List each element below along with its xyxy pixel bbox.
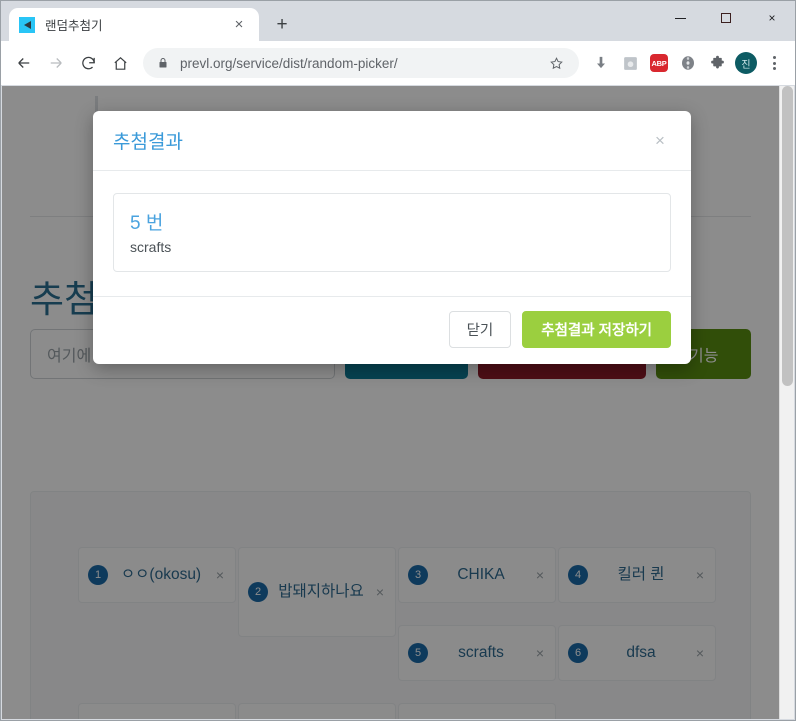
profile-initial: 진 bbox=[735, 52, 757, 74]
page-viewport: 추첨기 기능 여기에 추첨 항목을 입력하세요 항목 추가하기 추첨 시작하기 … bbox=[2, 86, 794, 719]
modal-footer: 닫기 추첨결과 저장하기 bbox=[93, 296, 691, 364]
url-text: prevl.org/service/dist/random-picker/ bbox=[180, 55, 398, 71]
adblock-plus-icon[interactable]: ABP bbox=[645, 49, 673, 77]
modal-body: 5 번 scrafts bbox=[93, 171, 691, 296]
download-icon[interactable] bbox=[587, 49, 615, 77]
draw-result-modal: 추첨결과 × 5 번 scrafts 닫기 추첨결과 저장하기 bbox=[93, 111, 691, 364]
star-icon[interactable] bbox=[543, 50, 569, 76]
abp-badge-label: ABP bbox=[650, 54, 668, 72]
modal-title: 추첨결과 bbox=[113, 132, 183, 153]
result-name: scrafts bbox=[130, 239, 172, 255]
profile-avatar[interactable]: 진 bbox=[732, 49, 760, 77]
modal-header: 추첨결과 × bbox=[93, 111, 691, 171]
forward-arrow-icon bbox=[41, 48, 71, 78]
browser-window: 랜덤추첨기 × + × prevl.org/service/dist/rando… bbox=[0, 0, 796, 721]
scrollbar-thumb[interactable] bbox=[782, 86, 793, 386]
home-icon[interactable] bbox=[105, 48, 135, 78]
extension-toolbar: ABP 진 bbox=[587, 49, 787, 77]
save-result-button[interactable]: 추첨결과 저장하기 bbox=[522, 311, 671, 348]
tab-title: 랜덤추첨기 bbox=[45, 19, 103, 33]
screenshot-extension-icon[interactable] bbox=[616, 49, 644, 77]
three-dot-menu-icon[interactable] bbox=[761, 50, 787, 76]
window-close-button[interactable]: × bbox=[749, 1, 795, 35]
back-arrow-icon[interactable] bbox=[9, 48, 39, 78]
result-number: 5 번 bbox=[130, 213, 164, 234]
address-bar[interactable]: prevl.org/service/dist/random-picker/ bbox=[143, 48, 579, 78]
play-triangle-icon bbox=[19, 16, 35, 33]
browser-tab[interactable]: 랜덤추첨기 × bbox=[9, 8, 259, 41]
browser-titlebar: 랜덤추첨기 × + × bbox=[1, 1, 795, 41]
window-minimize-button[interactable] bbox=[657, 1, 703, 35]
new-tab-button[interactable]: + bbox=[267, 9, 297, 39]
close-icon[interactable]: × bbox=[649, 130, 671, 152]
reload-icon[interactable] bbox=[73, 48, 103, 78]
window-maximize-button[interactable] bbox=[703, 1, 749, 35]
lock-icon bbox=[157, 56, 169, 70]
close-button[interactable]: 닫기 bbox=[448, 311, 512, 348]
extensions-puzzle-icon[interactable] bbox=[703, 49, 731, 77]
result-card: 5 번 scrafts bbox=[113, 193, 671, 272]
tab-strip: 랜덤추첨기 × + bbox=[1, 1, 297, 41]
tab-close-icon[interactable]: × bbox=[229, 15, 249, 35]
page-scrollbar[interactable] bbox=[779, 86, 794, 719]
film-reel-extension-icon[interactable] bbox=[674, 49, 702, 77]
browser-toolbar: prevl.org/service/dist/random-picker/ AB… bbox=[1, 41, 795, 85]
window-controls: × bbox=[657, 1, 795, 35]
